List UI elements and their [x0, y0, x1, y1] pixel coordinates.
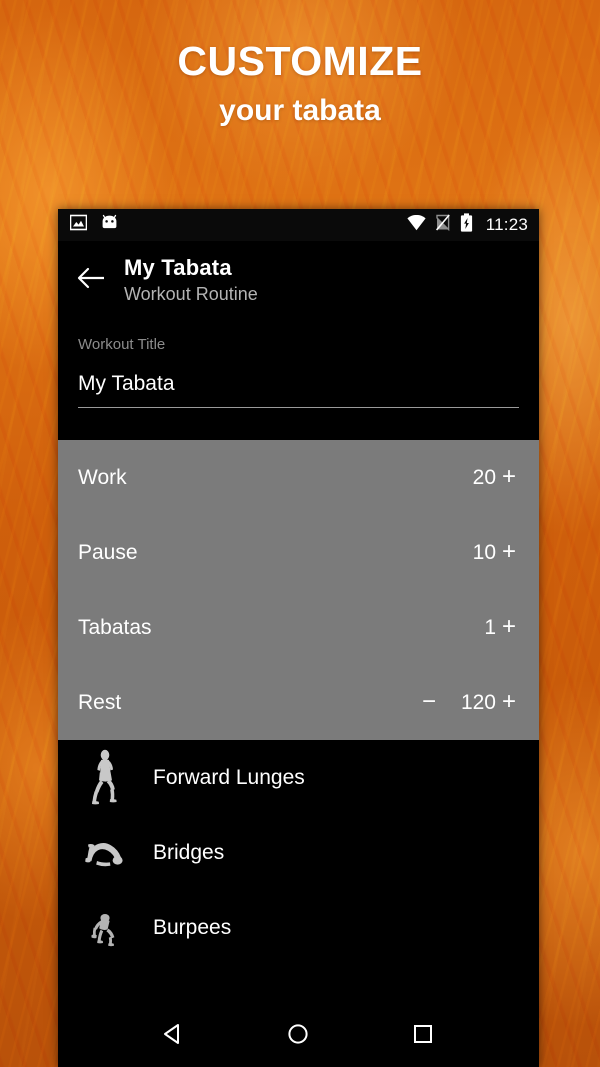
setting-row-pause: Pause − 10 + — [58, 515, 539, 590]
list-item[interactable]: Bridges — [58, 815, 539, 890]
plus-button-work[interactable]: + — [496, 465, 522, 489]
list-item[interactable]: Forward Lunges — [58, 740, 539, 815]
status-bar-left-icons — [69, 214, 119, 236]
promo-headline: CUSTOMIZE your tabata — [0, 38, 600, 128]
nav-recents-icon — [411, 1022, 435, 1051]
screenshot-icon — [69, 214, 88, 236]
setting-label-tabatas: Tabatas — [78, 615, 152, 639]
plus-button-pause[interactable]: + — [496, 540, 522, 564]
setting-row-work: Work − 20 + — [58, 440, 539, 515]
page-title: My Tabata — [124, 255, 232, 280]
setting-label-pause: Pause — [78, 540, 138, 564]
exercise-name: Forward Lunges — [153, 765, 305, 789]
stepper-rest: − 120 + — [416, 690, 522, 714]
list-item[interactable]: Burpees — [58, 890, 539, 965]
setting-value-tabatas: 1 — [484, 615, 496, 639]
minus-button-rest[interactable]: − — [416, 690, 442, 714]
stepper-tabatas: − 1 + — [416, 615, 522, 639]
app-bar-titles: My Tabata Workout Routine — [124, 255, 258, 306]
plus-button-rest[interactable]: + — [496, 690, 522, 714]
headline-line-1: CUSTOMIZE — [177, 38, 423, 84]
arrow-left-icon — [77, 267, 106, 294]
page-subtitle: Workout Routine — [124, 283, 258, 304]
timer-settings-panel: Work − 20 + Pause − 10 + Tabatas − 1 + — [58, 439, 539, 740]
workout-title-label: Workout Title — [78, 336, 166, 354]
nav-home-button[interactable] — [275, 1013, 321, 1059]
setting-value-work: 20 — [472, 465, 496, 489]
wifi-icon — [407, 214, 426, 236]
app-bar: My Tabata Workout Routine — [58, 241, 539, 313]
stepper-work: − 20 + — [416, 465, 522, 489]
exercise-name: Burpees — [153, 915, 232, 939]
android-navigation-bar — [58, 1005, 539, 1067]
nav-home-icon — [285, 1021, 311, 1052]
nav-recents-button[interactable] — [400, 1013, 446, 1059]
headline-line-2: your tabata — [219, 94, 381, 128]
exercise-list: Forward Lunges Bridges Burpees — [58, 739, 539, 965]
workout-title-section: Workout Title — [58, 312, 539, 408]
burpee-figure-thumbnail — [78, 897, 130, 957]
setting-row-rest: Rest − 120 + — [58, 665, 539, 740]
bridge-figure-thumbnail — [78, 822, 130, 882]
no-sim-icon — [435, 214, 451, 236]
setting-label-rest: Rest — [78, 690, 122, 714]
android-head-icon — [100, 214, 119, 236]
setting-value-pause: 10 — [472, 540, 496, 564]
status-bar-right-icons: 11:23 — [407, 213, 528, 237]
status-bar: 11:23 — [58, 209, 539, 241]
lunge-figure-thumbnail — [78, 747, 130, 807]
workout-title-input[interactable] — [78, 371, 519, 397]
nav-back-button[interactable] — [151, 1013, 197, 1059]
section-spacer — [58, 407, 539, 440]
setting-row-tabatas: Tabatas − 1 + — [58, 590, 539, 665]
nav-back-icon — [161, 1021, 187, 1052]
phone-screenshot: 11:23 My Tabata Workout Routine Workout … — [58, 209, 539, 1067]
exercise-name: Bridges — [153, 840, 225, 864]
setting-value-rest: 120 — [460, 690, 496, 714]
plus-button-tabatas[interactable]: + — [496, 615, 522, 639]
back-button[interactable] — [58, 255, 124, 294]
status-bar-clock: 11:23 — [485, 215, 528, 234]
stepper-pause: − 10 + — [416, 540, 522, 564]
battery-charging-icon — [460, 213, 473, 237]
setting-label-work: Work — [78, 465, 127, 489]
